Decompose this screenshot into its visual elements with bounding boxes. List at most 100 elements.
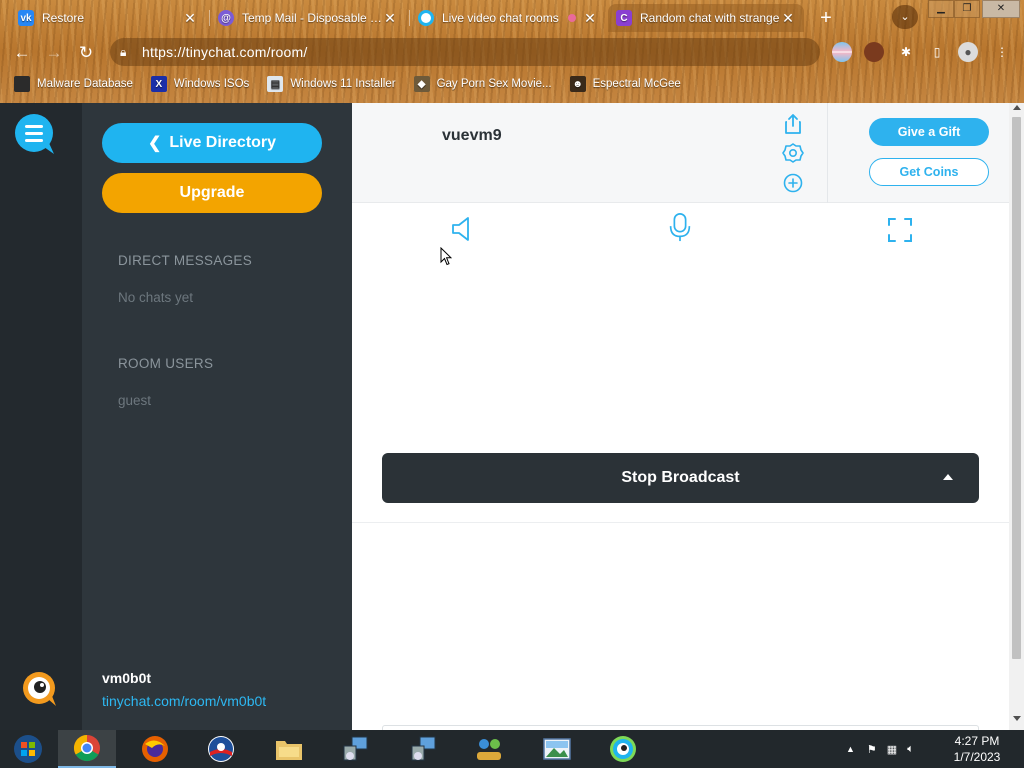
volume-icon[interactable]: 🔈︎: [907, 743, 914, 756]
tab-temp-mail[interactable]: @ Temp Mail - Disposable Te ✕: [210, 4, 406, 32]
forward-button[interactable]: →: [42, 41, 66, 65]
reload-button[interactable]: ↻: [74, 41, 98, 65]
network-icon[interactable]: ▦: [887, 743, 897, 756]
left-rail: [0, 103, 82, 730]
sidebar: ❮ Live Directory Upgrade DIRECT MESSAGES…: [82, 103, 352, 730]
tinychat-app-icon: [610, 736, 636, 762]
fullscreen-icon[interactable]: [886, 215, 914, 245]
tab-random-chat[interactable]: C Random chat with strange ✕: [608, 4, 804, 32]
start-button[interactable]: [0, 730, 56, 768]
clock-time: 4:27 PM: [954, 734, 1000, 748]
taskbar-network-app[interactable]: [460, 730, 518, 768]
flag-icon[interactable]: ⚑: [867, 743, 877, 756]
address-bar[interactable]: 🔒︎ https://tinychat.com/room/: [110, 38, 820, 66]
back-button[interactable]: ←: [10, 41, 34, 65]
settings-gear-icon[interactable]: [782, 142, 804, 164]
chevron-left-icon: ❮: [147, 135, 162, 152]
show-hidden-icons-icon[interactable]: ▲: [846, 744, 855, 754]
photo-icon: [543, 738, 571, 760]
x-icon: X: [150, 76, 167, 92]
taskbar-firefox[interactable]: [126, 730, 184, 768]
profile-name: vm0b0t: [102, 670, 152, 686]
page-scrollbar[interactable]: [1009, 103, 1024, 730]
close-icon[interactable]: ✕: [382, 10, 398, 27]
close-icon[interactable]: ✕: [780, 10, 796, 27]
side-panel-icon[interactable]: ▯: [927, 42, 947, 62]
installer-icon: [343, 736, 368, 761]
stop-broadcast-button[interactable]: Stop Broadcast: [382, 453, 979, 503]
profile-room-link[interactable]: tinychat.com/room/vm0b0t: [102, 693, 266, 709]
network-people-icon: [477, 739, 501, 760]
close-window-button[interactable]: ✕: [982, 0, 1020, 18]
taskbar-tinychat[interactable]: [594, 730, 652, 768]
bookmark-windows-isos[interactable]: X Windows ISOs: [150, 76, 249, 92]
speaker-icon[interactable]: [448, 214, 476, 244]
upgrade-button[interactable]: Upgrade: [102, 173, 322, 213]
taskbar-photos[interactable]: [528, 730, 586, 768]
add-circle-icon[interactable]: [782, 172, 804, 194]
tinychat-page: ❮ Live Directory Upgrade DIRECT MESSAGES…: [0, 103, 1024, 730]
windows-taskbar: ▲ ⚑ ▦ 🔈︎ 4:27 PM 1/7/2023: [0, 730, 1024, 768]
bookmark-windows-11-installer[interactable]: ▤ Windows 11 Installer: [267, 76, 396, 92]
new-tab-button[interactable]: +: [814, 6, 838, 30]
tab-restore[interactable]: vk Restore ✕: [10, 4, 206, 32]
extensions-puzzle-icon[interactable]: ✱: [896, 42, 916, 62]
lock-icon: 🔒︎: [120, 44, 127, 59]
bookmark-icon: ◆: [413, 76, 430, 92]
room-header: vuevm9 Give a Gift Get Coins: [352, 103, 1009, 203]
share-icon[interactable]: [782, 113, 804, 135]
at-icon: @: [218, 10, 234, 26]
taskbar-file-explorer[interactable]: [260, 730, 318, 768]
direct-messages-heading: DIRECT MESSAGES: [118, 253, 253, 268]
scroll-up-arrow-icon[interactable]: [1013, 105, 1021, 110]
room-title: vuevm9: [442, 127, 502, 144]
menu-kebab-icon[interactable]: ⋮: [992, 42, 1012, 62]
room-users-heading: ROOM USERS: [118, 356, 214, 371]
chrome-icon: [73, 734, 100, 762]
header-divider: [827, 103, 828, 203]
firefox-icon: [142, 736, 168, 762]
browser-toolbar: ← → ↻ 🔒︎ https://tinychat.com/room/ ✱ ▯ …: [0, 36, 1024, 70]
bookmark-malware-database[interactable]: Malware Database: [14, 76, 133, 92]
get-coins-button[interactable]: Get Coins: [869, 158, 989, 186]
taskbar-app-obama[interactable]: [192, 730, 250, 768]
installer-icon: [411, 736, 436, 761]
caret-up-icon[interactable]: [943, 474, 953, 480]
bookmark-icon: [14, 76, 30, 92]
bookmarks-bar: Malware Database X Windows ISOs ▤ Window…: [0, 72, 1024, 96]
bookmark-espectral-mcgee[interactable]: ☻ Espectral McGee: [569, 76, 681, 92]
extension-avatar-icon[interactable]: [864, 42, 884, 62]
close-icon[interactable]: ✕: [182, 10, 198, 27]
menu-logo-icon[interactable]: [14, 113, 56, 155]
bookmark-movies[interactable]: ◆ Gay Porn Sex Movie...: [413, 76, 552, 92]
tinychat-icon: [418, 10, 434, 26]
folder-icon: [276, 741, 302, 760]
vk-icon: vk: [18, 10, 34, 26]
microphone-icon[interactable]: [666, 212, 694, 242]
direct-messages-empty: No chats yet: [118, 290, 194, 305]
circle-logo-icon: [208, 736, 234, 762]
scroll-down-arrow-icon[interactable]: [1013, 716, 1021, 721]
close-icon[interactable]: ✕: [582, 10, 598, 27]
browser-chrome: vk Restore ✕ @ Temp Mail - Disposable Te…: [0, 0, 1024, 103]
mouse-cursor-icon: [440, 247, 452, 266]
taskbar-clock[interactable]: 4:27 PM 1/7/2023: [942, 733, 1012, 765]
scroll-thumb[interactable]: [1012, 117, 1021, 659]
audio-dot-icon: [568, 14, 576, 22]
restore-button[interactable]: ❐: [954, 0, 980, 18]
taskbar-chrome[interactable]: [58, 730, 116, 768]
taskbar-installer-2[interactable]: [394, 730, 452, 768]
tab-search-button[interactable]: ⌄: [892, 5, 918, 29]
user-avatar[interactable]: [22, 671, 58, 707]
give-gift-button[interactable]: Give a Gift: [869, 118, 989, 146]
profile-icon[interactable]: ●: [958, 42, 978, 62]
installer-icon: ▤: [267, 76, 284, 92]
room-user-item[interactable]: guest: [118, 393, 151, 408]
minimize-button[interactable]: ▁: [928, 0, 954, 18]
divider: [352, 522, 1009, 523]
tab-live-video-chat[interactable]: Live video chat rooms ✕: [410, 4, 606, 32]
extension-flag-icon[interactable]: [832, 42, 852, 62]
live-directory-button[interactable]: ❮ Live Directory: [102, 123, 322, 163]
clock-date: 1/7/2023: [953, 750, 1001, 764]
taskbar-installer-1[interactable]: [326, 730, 384, 768]
